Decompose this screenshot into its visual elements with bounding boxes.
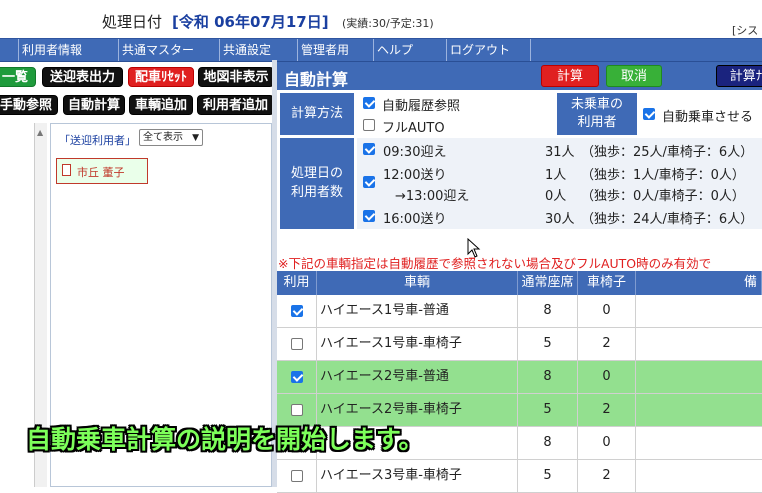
use-cell xyxy=(277,361,317,393)
unassigned-label-box: 未乗車の 利用者 xyxy=(557,93,637,135)
menu-help[interactable]: ヘルプ xyxy=(373,39,413,61)
actual-scheduled-count: (実績:30/予定:31) xyxy=(342,17,434,30)
member-heading: 「送迎利用者」 xyxy=(59,134,136,147)
video-caption: 自動乗車計算の説明を開始します。 xyxy=(26,425,424,454)
calculate-button[interactable]: 計算 xyxy=(541,65,599,87)
use-checkbox[interactable] xyxy=(291,371,303,383)
calc-method-label: 計算方法 xyxy=(280,93,354,135)
vehicle-name: ハイエース1号車-車椅子 xyxy=(317,328,518,360)
slot-detail-1300: （独歩：0人/車椅子：0人） xyxy=(581,189,745,204)
slot-checkbox-0930[interactable] xyxy=(363,143,375,155)
use-checkbox[interactable] xyxy=(291,338,303,350)
auto-board-label: 自動乗車させる xyxy=(662,110,754,125)
cancel-button[interactable]: 取消 xyxy=(606,65,662,87)
slot-time-0930: 09:30迎え xyxy=(383,145,447,160)
seat-count: 8 xyxy=(518,361,578,393)
use-cell xyxy=(277,460,317,492)
slot-count-1200: 1人 xyxy=(545,168,567,183)
scroll-up-icon[interactable]: ▲ xyxy=(37,128,43,137)
document-icon xyxy=(62,164,71,176)
use-checkbox[interactable] xyxy=(291,470,303,482)
use-cell xyxy=(277,295,317,327)
wheelchair-count: 2 xyxy=(578,460,636,492)
vehicle-name: ハイエース2号車-普通 xyxy=(317,361,518,393)
slot-time-1200: 12:00送り xyxy=(383,168,447,183)
user-count-label-box: 処理日の 利用者数 xyxy=(280,138,354,229)
slot-detail-1600: （独歩：24人/車椅子：6人） xyxy=(581,212,754,227)
add-vehicle-button[interactable]: 車輌追加 xyxy=(129,95,193,115)
user-count-label-line2: 利用者数 xyxy=(290,185,343,200)
full-auto-label: フルAUTO xyxy=(382,121,445,136)
menu-common-settings[interactable]: 共通設定 xyxy=(219,39,271,61)
seat-count: 8 xyxy=(518,295,578,327)
wheelchair-count: 0 xyxy=(578,427,636,459)
col-remarks: 備 xyxy=(636,271,762,295)
menu-user-info[interactable]: 利用者情報 xyxy=(18,39,82,61)
col-use: 利用 xyxy=(277,271,317,295)
menu-common-master[interactable]: 共通マスター xyxy=(118,39,194,61)
list-button[interactable]: 一覧 xyxy=(0,67,36,87)
use-cell xyxy=(277,328,317,360)
slot-detail-1200: （独歩：1人/車椅子：0人） xyxy=(581,168,745,183)
history-ref-label: 自動履歴参照 xyxy=(382,99,461,114)
slot-checkbox-1600[interactable] xyxy=(363,210,375,222)
col-seats: 通常座席 xyxy=(518,271,578,295)
slot-count-1600: 30人 xyxy=(545,212,575,227)
unassigned-label-line1: 未乗車の xyxy=(570,97,623,112)
auto-calc-header xyxy=(277,62,762,90)
pickup-sheet-output-button[interactable]: 送迎表出力 xyxy=(42,67,123,87)
menu-divider xyxy=(530,39,531,61)
auto-calc-title: 自動計算 xyxy=(284,70,349,89)
vehicle-name: ハイエース3号車-車椅子 xyxy=(317,460,518,492)
table-row: ハイエース1号車-普通 8 0 xyxy=(277,295,762,328)
filter-selected-value: 全て表示 xyxy=(143,132,183,143)
manual-reference-button[interactable]: 手動参照 xyxy=(0,95,58,115)
wheelchair-count: 2 xyxy=(578,328,636,360)
seat-count: 5 xyxy=(518,460,578,492)
menu-admin[interactable]: 管理者用 xyxy=(297,39,349,61)
wheelchair-count: 0 xyxy=(578,361,636,393)
hide-map-button[interactable]: 地図非表示 xyxy=(198,67,274,87)
member-filter-select[interactable]: 全て表示 ▼ xyxy=(139,129,203,146)
dispatch-reset-button[interactable]: 配車ﾘｾｯﾄ xyxy=(128,67,194,87)
processing-date-value: [令和 06年07月17日] xyxy=(172,13,329,31)
vehicle-note: ※下記の車輌指定は自動履歴で参照されない場合及びフルAUTO時のみ有効で xyxy=(278,256,712,271)
user-count-label-line1: 処理日の xyxy=(290,166,343,181)
processing-date-label: 処理日付 xyxy=(102,13,163,31)
member-name: 市丘 董子 xyxy=(77,166,125,179)
slot-detail-0930: （独歩：25人/車椅子：6人） xyxy=(581,145,754,160)
chevron-down-icon: ▼ xyxy=(192,133,199,143)
table-row: ハイエース1号車-車椅子 5 2 xyxy=(277,328,762,361)
vehicle-name: ハイエース1号車-普通 xyxy=(317,295,518,327)
table-row: ハイエース3号車-車椅子 5 2 xyxy=(277,460,762,493)
auto-board-checkbox[interactable] xyxy=(643,108,655,120)
full-auto-checkbox[interactable] xyxy=(363,119,375,131)
menu-logout[interactable]: ログアウト xyxy=(446,39,510,61)
use-checkbox[interactable] xyxy=(291,305,303,317)
seat-count: 5 xyxy=(518,328,578,360)
wheelchair-count: 2 xyxy=(578,394,636,426)
wheelchair-count: 0 xyxy=(578,295,636,327)
table-row: ハイエース2号車-普通 8 0 xyxy=(277,361,762,394)
col-wheelchair: 車椅子 xyxy=(578,271,636,295)
add-user-button[interactable]: 利用者追加 xyxy=(197,95,274,115)
col-vehicle: 車輌 xyxy=(317,271,518,295)
auto-calc-button[interactable]: 自動計算 xyxy=(63,95,125,115)
slot-count-1300: 0人 xyxy=(545,189,567,204)
slot-time-1600: 16:00送り xyxy=(383,212,447,227)
member-card[interactable]: 市丘 董子 xyxy=(56,158,148,184)
seat-count: 8 xyxy=(518,427,578,459)
unassigned-label-line2: 利用者 xyxy=(577,115,617,130)
menu-bar: 利用者情報 共通マスター 共通設定 管理者用 ヘルプ ログアウト xyxy=(0,38,762,62)
slot-checkbox-1200[interactable] xyxy=(363,176,375,188)
system-label: [シス xyxy=(732,24,759,37)
calculate-alt-button[interactable]: 計算ﾅ xyxy=(716,65,762,87)
history-ref-checkbox[interactable] xyxy=(363,97,375,109)
seat-count: 5 xyxy=(518,394,578,426)
slot-time-1300: →13:00迎え xyxy=(395,189,470,204)
slot-count-0930: 31人 xyxy=(545,145,575,160)
use-checkbox[interactable] xyxy=(291,404,303,416)
